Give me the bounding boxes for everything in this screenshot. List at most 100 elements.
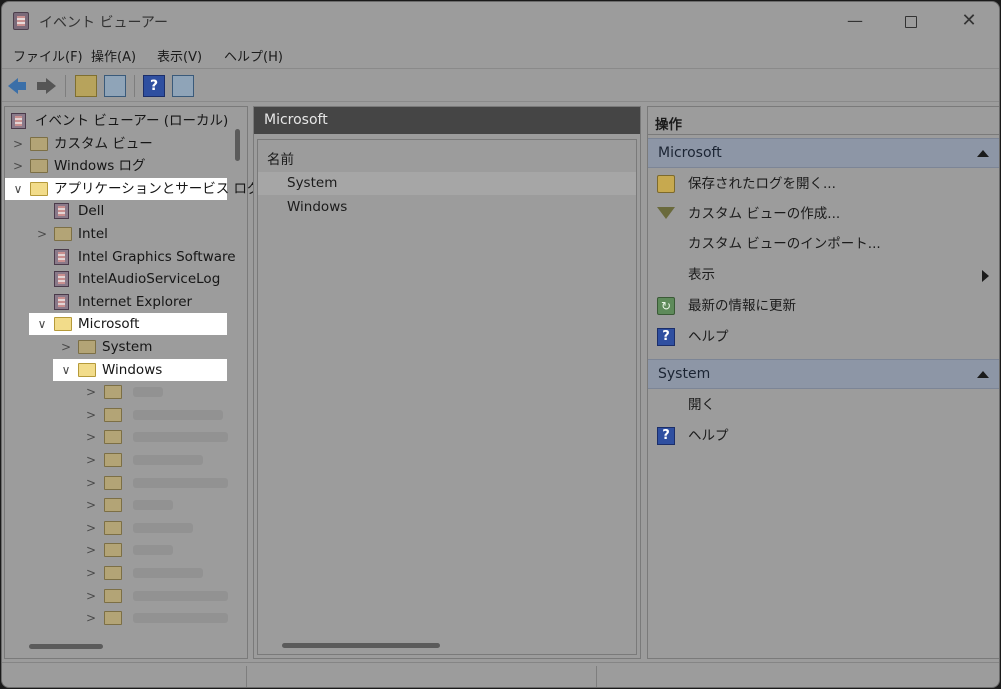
tree-item-label: Intel Graphics Software: [78, 248, 236, 265]
tree-item[interactable]: >: [5, 607, 245, 629]
folder-icon: [54, 227, 72, 241]
tree-item[interactable]: >: [5, 449, 245, 471]
column-header-name[interactable]: 名前: [267, 148, 294, 168]
chevron-right-icon[interactable]: >: [85, 539, 97, 561]
section-header-system[interactable]: System: [648, 359, 999, 389]
action-label: 開く: [688, 397, 715, 413]
chevron-right-icon[interactable]: >: [85, 585, 97, 607]
tree-item[interactable]: >: [5, 381, 245, 403]
chevron-right-icon[interactable]: >: [85, 517, 97, 539]
action-open-saved-log[interactable]: 保存されたログを開く...: [648, 169, 999, 199]
chevron-down-icon[interactable]: ∨: [60, 359, 72, 381]
tree-item[interactable]: IntelAudioServiceLog: [5, 268, 245, 290]
tree-item[interactable]: >: [5, 494, 245, 516]
tree-item[interactable]: > カスタム ビュー: [5, 133, 245, 155]
chevron-right-icon[interactable]: >: [85, 404, 97, 426]
tree-item[interactable]: >: [5, 404, 245, 426]
help-icon[interactable]: ?: [143, 75, 165, 97]
tree-item[interactable]: Dell: [5, 200, 245, 222]
folder-icon: [104, 407, 122, 422]
log-icon: [54, 271, 69, 288]
tree-item-label: Windows ログ: [54, 158, 146, 175]
log-icon: [54, 203, 69, 220]
menu-action[interactable]: 操作(A): [91, 46, 136, 65]
tree-item[interactable]: Internet Explorer: [5, 291, 245, 313]
tree-item[interactable]: >: [5, 472, 245, 494]
section-header-microsoft[interactable]: Microsoft: [648, 138, 999, 168]
tree-item-label: イベント ビューアー (ローカル): [35, 113, 229, 129]
chevron-right-icon[interactable]: >: [85, 607, 97, 629]
toolbar-separator: [65, 75, 66, 97]
tree-item[interactable]: >: [5, 517, 245, 539]
list-item[interactable]: System: [258, 172, 636, 195]
tree-item[interactable]: >: [5, 585, 245, 607]
tree-item[interactable]: >: [5, 562, 245, 584]
chevron-right-icon[interactable]: >: [12, 133, 24, 155]
tree-item[interactable]: ∨ アプリケーションとサービス ログ: [5, 177, 261, 200]
tree-item[interactable]: > System: [5, 336, 245, 358]
content-header: Microsoft: [254, 107, 640, 134]
chevron-right-icon[interactable]: >: [85, 562, 97, 584]
action-refresh[interactable]: ↻ 最新の情報に更新: [648, 291, 999, 321]
close-button[interactable]: ✕: [946, 2, 992, 40]
menu-file[interactable]: ファイル(F): [13, 46, 83, 65]
chevron-right-icon[interactable]: >: [85, 381, 97, 403]
chevron-right-icon[interactable]: >: [85, 472, 97, 494]
chevron-right-icon[interactable]: >: [85, 449, 97, 471]
action-view[interactable]: 表示: [648, 260, 999, 290]
tree-horizontal-scrollbar[interactable]: [29, 644, 103, 649]
action-create-custom-view[interactable]: カスタム ビューの作成...: [648, 199, 999, 229]
action-pane-icon[interactable]: [172, 75, 194, 97]
tree-item[interactable]: Intel Graphics Software: [5, 246, 245, 268]
tree-item[interactable]: >: [5, 539, 245, 561]
action-help[interactable]: ? ヘルプ: [648, 322, 999, 352]
chevron-right-icon[interactable]: >: [12, 155, 24, 177]
folder-icon: [104, 588, 122, 603]
chevron-right-icon[interactable]: >: [60, 336, 72, 358]
refresh-icon: ↻: [657, 297, 675, 315]
folder-icon: [104, 611, 122, 626]
tree-item[interactable]: > Windows ログ: [5, 155, 245, 177]
list-item[interactable]: Windows: [258, 196, 636, 219]
status-divider: [596, 666, 597, 687]
forward-button[interactable]: [35, 75, 57, 97]
section-title: Microsoft: [658, 145, 722, 161]
submenu-arrow-icon: [982, 270, 989, 282]
folder-icon: [104, 430, 122, 445]
help-icon: ?: [657, 427, 675, 445]
content-horizontal-scrollbar[interactable]: [282, 643, 440, 648]
chevron-down-icon[interactable]: ∨: [36, 313, 48, 335]
minimize-button[interactable]: —: [832, 2, 878, 40]
menu-view[interactable]: 表示(V): [157, 46, 202, 65]
tree-item[interactable]: >: [5, 426, 245, 448]
tree-item[interactable]: > Intel: [5, 223, 245, 245]
tree-vertical-scrollbar[interactable]: [235, 129, 240, 161]
collapse-icon[interactable]: [977, 371, 989, 378]
content-pane: Microsoft 名前 System Windows: [253, 106, 641, 659]
tree-item[interactable]: ∨ Windows: [53, 358, 227, 381]
action-open[interactable]: 開く: [648, 390, 999, 420]
folder-open-icon: [78, 362, 96, 377]
maximize-button[interactable]: [888, 2, 934, 40]
action-import-custom-view[interactable]: カスタム ビューのインポート...: [648, 229, 999, 259]
chevron-right-icon[interactable]: >: [85, 494, 97, 516]
log-icon: [54, 248, 69, 265]
menu-bar: ファイル(F) 操作(A) 表示(V) ヘルプ(H): [2, 42, 999, 68]
back-button[interactable]: [7, 75, 29, 97]
menu-help[interactable]: ヘルプ(H): [224, 46, 283, 65]
chevron-right-icon[interactable]: >: [85, 426, 97, 448]
console-tree-icon[interactable]: [104, 75, 126, 97]
folder-up-icon[interactable]: [75, 75, 97, 97]
event-viewer-window: イベント ビューアー — ✕ ファイル(F) 操作(A) 表示(V) ヘルプ(H…: [1, 1, 1000, 688]
tree-item-label: カスタム ビュー: [54, 135, 153, 152]
folder-icon: [104, 520, 122, 535]
chevron-right-icon[interactable]: >: [36, 223, 48, 245]
action-help-system[interactable]: ? ヘルプ: [648, 421, 999, 451]
tree-item-label: System: [102, 339, 153, 355]
tree-item[interactable]: ∨ Microsoft: [29, 313, 227, 336]
tree-item[interactable]: イベント ビューアー (ローカル): [5, 110, 245, 132]
collapse-icon[interactable]: [977, 150, 989, 157]
folder-open-icon: [30, 181, 48, 196]
tree-item-label: Windows: [102, 361, 163, 378]
chevron-down-icon[interactable]: ∨: [12, 178, 24, 200]
